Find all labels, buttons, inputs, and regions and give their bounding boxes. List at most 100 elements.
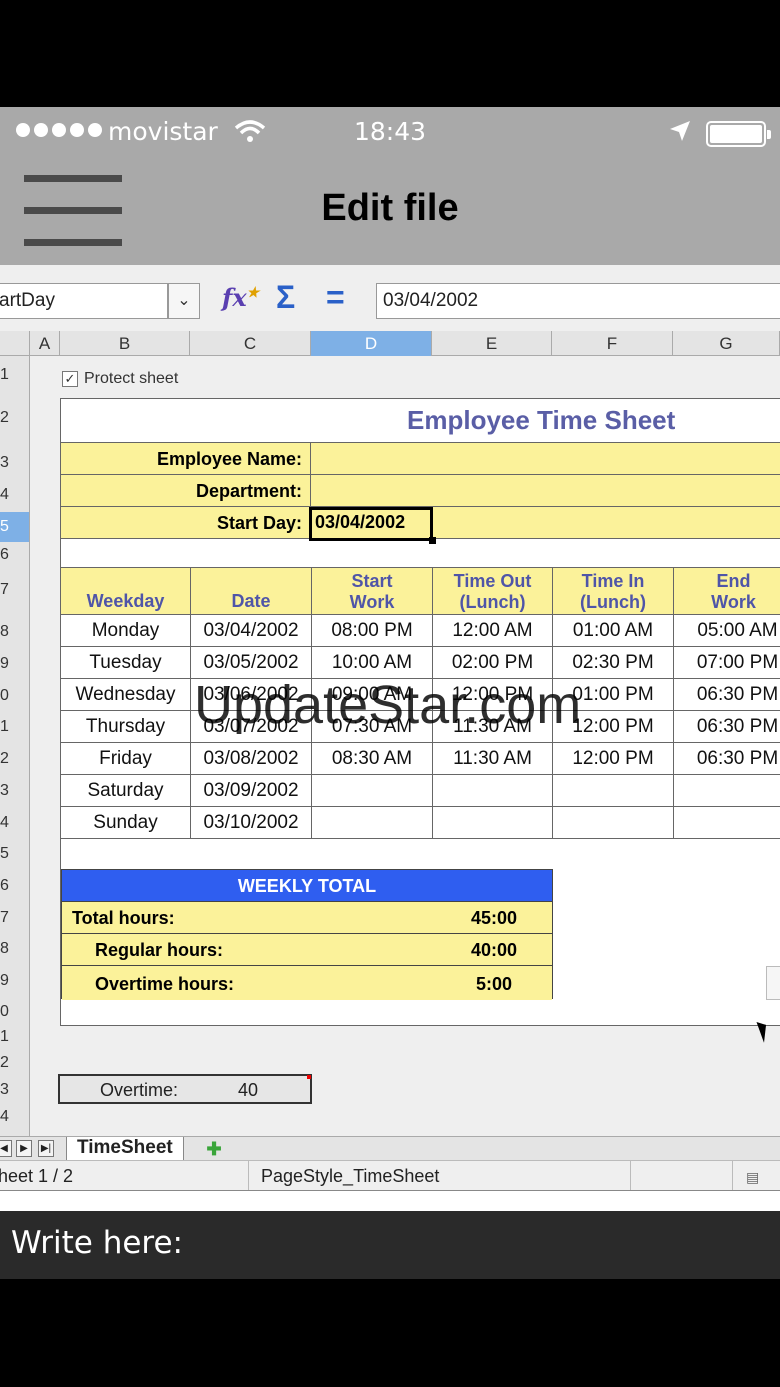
row-header-selected[interactable]: 5 bbox=[0, 512, 29, 542]
row-header[interactable]: 2 bbox=[0, 750, 29, 768]
cell-start-work[interactable] bbox=[312, 775, 433, 806]
column-header-selected[interactable]: D bbox=[311, 331, 432, 356]
cell-weekday[interactable]: Thursday bbox=[61, 711, 191, 742]
name-box[interactable]: artDay bbox=[0, 283, 168, 319]
department-cell[interactable] bbox=[311, 475, 433, 507]
row-header[interactable]: 8 bbox=[0, 623, 29, 641]
checkmark-icon[interactable]: ✓ bbox=[62, 371, 78, 387]
cell-time-in[interactable] bbox=[553, 807, 674, 838]
row-header[interactable]: 1 bbox=[0, 366, 29, 384]
row-header[interactable]: 2 bbox=[0, 1054, 29, 1072]
row-header[interactable]: 4 bbox=[0, 1108, 29, 1126]
cell-start-work[interactable]: 09:00 AM bbox=[312, 679, 433, 710]
cell-end-work[interactable] bbox=[674, 807, 780, 838]
protect-sheet-checkbox[interactable]: ✓ Protect sheet bbox=[62, 370, 178, 388]
corner-cell[interactable] bbox=[0, 331, 30, 356]
header-weekday[interactable]: Weekday bbox=[61, 568, 191, 616]
cell-end-work[interactable] bbox=[674, 775, 780, 806]
selection-mode-icon[interactable]: ▤ bbox=[746, 1169, 759, 1186]
cell-time-in[interactable]: 12:00 PM bbox=[553, 743, 674, 774]
cell-end-work[interactable]: 05:00 AM bbox=[674, 615, 780, 646]
cell-date[interactable]: 03/07/2002 bbox=[191, 711, 312, 742]
row-header[interactable]: 9 bbox=[0, 655, 29, 673]
cell-time-out[interactable]: 12:00 PM bbox=[433, 679, 553, 710]
cell-end-work[interactable]: 06:30 PM bbox=[674, 679, 780, 710]
cell-time-out[interactable]: 12:00 AM bbox=[433, 615, 553, 646]
function-wizard-icon[interactable]: fx★ bbox=[222, 283, 259, 312]
cell-end-work[interactable]: 07:00 PM bbox=[674, 647, 780, 678]
header-time-in-lunch[interactable]: Time In (Lunch) bbox=[553, 568, 674, 616]
cell-time-out[interactable]: 11:30 AM bbox=[433, 711, 553, 742]
cell-date[interactable]: 03/06/2002 bbox=[191, 679, 312, 710]
cell-weekday[interactable]: Sunday bbox=[61, 807, 191, 838]
row-header[interactable]: 1 bbox=[0, 1028, 29, 1046]
row-header[interactable]: 2 bbox=[0, 409, 29, 427]
cell-start-work[interactable]: 08:30 AM bbox=[312, 743, 433, 774]
first-sheet-icon[interactable]: ◀ bbox=[0, 1140, 12, 1157]
header-date[interactable]: Date bbox=[191, 568, 312, 616]
cell-date[interactable]: 03/09/2002 bbox=[191, 775, 312, 806]
cell-start-work[interactable]: 08:00 PM bbox=[312, 615, 433, 646]
weekly-total-title[interactable]: WEEKLY TOTAL bbox=[62, 870, 552, 902]
cell-weekday[interactable]: Monday bbox=[61, 615, 191, 646]
employee-name-cell[interactable] bbox=[311, 443, 433, 475]
spreadsheet-view[interactable]: artDay ⌄ fx★ Σ = 03/04/2002 A B C D E F … bbox=[0, 265, 780, 1211]
row-header[interactable]: 7 bbox=[0, 909, 29, 927]
header-start-work[interactable]: Start Work bbox=[312, 568, 433, 616]
cell-weekday[interactable]: Saturday bbox=[61, 775, 191, 806]
cell-time-in[interactable]: 01:00 AM bbox=[553, 615, 674, 646]
chevron-down-icon[interactable]: ⌄ bbox=[168, 283, 200, 319]
row-header[interactable]: 7 bbox=[0, 581, 29, 599]
regular-hours-row[interactable]: Regular hours: 40:00 bbox=[62, 934, 552, 966]
cell-time-in[interactable] bbox=[553, 775, 674, 806]
row-header[interactable]: 1 bbox=[0, 718, 29, 736]
header-end-work[interactable]: End Work bbox=[674, 568, 780, 616]
next-sheet-icon[interactable]: ▶ bbox=[16, 1140, 32, 1157]
overtime-hours-row[interactable]: Overtime hours: 5:00 bbox=[62, 966, 552, 1000]
column-header[interactable]: A bbox=[30, 331, 60, 356]
cell-time-out[interactable]: 02:00 PM bbox=[433, 647, 553, 678]
column-header[interactable]: G bbox=[673, 331, 780, 356]
cell-time-in[interactable]: 01:00 PM bbox=[553, 679, 674, 710]
row-header[interactable]: 3 bbox=[0, 454, 29, 472]
row-header[interactable]: 6 bbox=[0, 877, 29, 895]
formula-equals-icon[interactable]: = bbox=[326, 279, 345, 316]
write-here-input[interactable]: Write here: bbox=[0, 1211, 780, 1279]
header-time-out-lunch[interactable]: Time Out (Lunch) bbox=[433, 568, 553, 616]
row-header[interactable]: 3 bbox=[0, 782, 29, 800]
cell-date[interactable]: 03/08/2002 bbox=[191, 743, 312, 774]
cell-weekday[interactable]: Tuesday bbox=[61, 647, 191, 678]
cell-start-work[interactable] bbox=[312, 807, 433, 838]
add-sheet-icon[interactable]: ✚ bbox=[200, 1139, 228, 1159]
overtime-control[interactable]: Overtime: 40 bbox=[58, 1074, 312, 1104]
cell-start-work[interactable]: 10:00 AM bbox=[312, 647, 433, 678]
cell-date[interactable]: 03/04/2002 bbox=[191, 615, 312, 646]
row-header[interactable]: 5 bbox=[0, 845, 29, 863]
row-header[interactable]: 0 bbox=[0, 1003, 29, 1021]
sum-icon[interactable]: Σ bbox=[276, 279, 295, 316]
column-header[interactable]: E bbox=[432, 331, 552, 356]
cell-time-out[interactable]: 11:30 AM bbox=[433, 743, 553, 774]
cell-end-work[interactable]: 06:30 PM bbox=[674, 743, 780, 774]
cell-grid[interactable]: ✓ Protect sheet Employee Time Sheet Empl… bbox=[30, 356, 780, 1136]
total-hours-row[interactable]: Total hours: 45:00 bbox=[62, 902, 552, 934]
cell-start-work[interactable]: 07:30 AM bbox=[312, 711, 433, 742]
column-header[interactable]: B bbox=[60, 331, 190, 356]
cell-weekday[interactable]: Wednesday bbox=[61, 679, 191, 710]
cell-time-in[interactable]: 02:30 PM bbox=[553, 647, 674, 678]
row-header[interactable]: 3 bbox=[0, 1081, 29, 1099]
row-header[interactable]: 0 bbox=[0, 687, 29, 705]
row-header[interactable]: 9 bbox=[0, 972, 29, 990]
cell-time-in[interactable]: 12:00 PM bbox=[553, 711, 674, 742]
cell-weekday[interactable]: Friday bbox=[61, 743, 191, 774]
cell-date[interactable]: 03/10/2002 bbox=[191, 807, 312, 838]
formula-input[interactable]: 03/04/2002 bbox=[376, 283, 780, 319]
last-sheet-icon[interactable]: ▶| bbox=[38, 1140, 54, 1157]
row-header[interactable]: 6 bbox=[0, 546, 29, 564]
cell-time-out[interactable] bbox=[433, 775, 553, 806]
row-header[interactable]: 8 bbox=[0, 940, 29, 958]
sheet-tab-active[interactable]: TimeSheet bbox=[66, 1137, 184, 1161]
column-header[interactable]: F bbox=[552, 331, 673, 356]
cell-date[interactable]: 03/05/2002 bbox=[191, 647, 312, 678]
start-day-cell[interactable]: 03/04/2002 bbox=[311, 507, 433, 539]
